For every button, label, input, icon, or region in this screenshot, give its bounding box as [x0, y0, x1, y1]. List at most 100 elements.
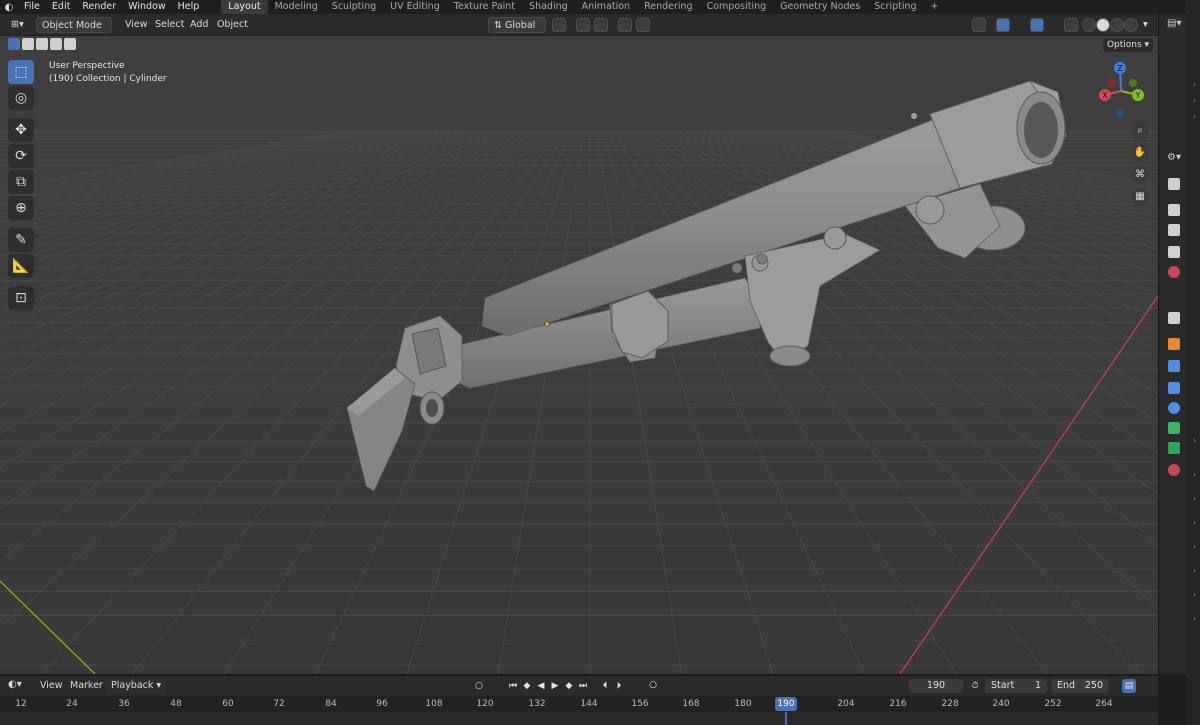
measure-tool-icon[interactable]: 📐	[8, 254, 34, 278]
particles-icon[interactable]	[1168, 382, 1180, 394]
select-subtract-icon[interactable]	[36, 38, 48, 50]
menu-file[interactable]: File	[18, 0, 46, 14]
tab-geometry-nodes[interactable]: Geometry Nodes	[773, 0, 867, 14]
chevron-right-icon[interactable]: ›	[1193, 112, 1196, 121]
timeline-menu-view[interactable]: View	[40, 680, 63, 691]
editor-type-icon[interactable]: ⊞▾	[6, 17, 29, 33]
move-tool-icon[interactable]: ✥	[8, 118, 34, 142]
menu-select[interactable]: Select	[150, 17, 189, 33]
timeline-editor-icon[interactable]: ◐▾	[8, 679, 22, 690]
material-properties-icon[interactable]	[1168, 464, 1180, 476]
collection-properties-icon[interactable]	[1168, 312, 1180, 324]
chevron-right-icon[interactable]: ›	[1193, 436, 1196, 445]
select-extend-icon[interactable]	[22, 38, 34, 50]
physics-icon[interactable]	[1168, 402, 1180, 414]
tab-rendering[interactable]: Rendering	[637, 0, 700, 14]
chevron-right-icon[interactable]: ›	[1193, 566, 1196, 575]
overlay-toggle-icon[interactable]	[1030, 18, 1044, 32]
shading-dropdown-icon[interactable]: ▾	[1138, 17, 1153, 33]
camera-view-icon[interactable]: ⌘	[1131, 166, 1149, 184]
falloff-icon[interactable]	[636, 18, 650, 32]
menu-render[interactable]: Render	[76, 0, 122, 14]
orientation-select[interactable]: ⇅ Global ▾	[488, 17, 546, 47]
chevron-right-icon[interactable]: ›	[1193, 96, 1196, 105]
modifier-properties-icon[interactable]	[1168, 360, 1180, 372]
tab-shading[interactable]: Shading	[522, 0, 575, 14]
chevron-right-icon[interactable]: ›	[1193, 614, 1196, 623]
3d-viewport[interactable]	[0, 36, 1158, 674]
play-icon[interactable]: ▶	[548, 679, 562, 693]
keying-set-icon[interactable]: ⎔	[646, 679, 660, 693]
select-box-tool-icon[interactable]: ⬚	[8, 60, 34, 84]
tab-layout[interactable]: Layout	[221, 0, 268, 14]
chevron-right-icon[interactable]: ›	[1193, 590, 1196, 599]
data-properties-icon[interactable]	[1168, 442, 1180, 454]
play-reverse-icon[interactable]: ◀	[534, 679, 548, 693]
zoom-icon[interactable]: ⌕	[1131, 122, 1149, 140]
cursor-tool-icon[interactable]: ◎	[8, 86, 34, 110]
menu-view[interactable]: View	[120, 17, 153, 33]
annotate-tool-icon[interactable]: ✎	[8, 228, 34, 252]
chevron-right-icon[interactable]: ›	[1193, 494, 1196, 503]
mode-select[interactable]: Object Mode ▾	[36, 17, 112, 47]
next-keyframe-icon[interactable]: ◆	[562, 679, 576, 693]
tab-uv-editing[interactable]: UV Editing	[383, 0, 447, 14]
pivot-icon[interactable]	[552, 18, 566, 32]
tab-animation[interactable]: Animation	[575, 0, 637, 14]
output-properties-icon[interactable]	[1168, 224, 1180, 236]
tab-compositing[interactable]: Compositing	[700, 0, 774, 14]
timeline-body[interactable]	[0, 712, 1158, 725]
timeline-view-icon[interactable]: ▤	[1122, 679, 1136, 693]
chevron-right-icon[interactable]: ›	[1193, 80, 1196, 89]
tab-sculpting[interactable]: Sculpting	[325, 0, 383, 14]
perspective-grid-icon[interactable]: ▦	[1131, 188, 1149, 206]
select-invert-icon[interactable]	[50, 38, 62, 50]
add-cube-tool-icon[interactable]: ⊡	[8, 286, 34, 310]
rendered-shading-icon[interactable]	[1124, 18, 1138, 32]
render-properties-icon[interactable]	[1168, 204, 1180, 216]
select-new-icon[interactable]	[8, 38, 20, 50]
proportional-edit-icon[interactable]	[618, 18, 632, 32]
visibility-icon[interactable]	[972, 18, 986, 32]
menu-edit[interactable]: Edit	[46, 0, 76, 14]
view-layer-icon[interactable]	[1168, 246, 1180, 258]
snap-target-icon[interactable]	[594, 18, 608, 32]
menu-window[interactable]: Window	[122, 0, 171, 14]
tab-modeling[interactable]: Modeling	[268, 0, 325, 14]
pan-hand-icon[interactable]: ✋	[1131, 144, 1149, 162]
next-frame-icon[interactable]: ⏵	[612, 679, 626, 693]
options-button[interactable]: Options ▾	[1103, 38, 1153, 52]
chevron-right-icon[interactable]: ›	[1193, 518, 1196, 527]
blender-logo-icon[interactable]: ◐	[0, 2, 18, 13]
solid-shading-icon[interactable]	[1096, 18, 1110, 32]
current-frame-field[interactable]: 190	[909, 679, 963, 693]
menu-help[interactable]: Help	[172, 0, 206, 14]
prev-frame-icon[interactable]: ⏴	[598, 679, 612, 693]
prev-keyframe-icon[interactable]: ◆	[520, 679, 534, 693]
object-properties-icon[interactable]	[1168, 338, 1180, 350]
outliner-type-icon[interactable]: ▤▾	[1167, 18, 1181, 29]
material-shading-icon[interactable]	[1110, 18, 1124, 32]
jump-end-icon[interactable]: ⏭	[576, 679, 590, 693]
menu-object[interactable]: Object	[212, 17, 253, 33]
tab-texture-paint[interactable]: Texture Paint	[447, 0, 522, 14]
navigation-gizmo[interactable]: Z Y X	[1090, 58, 1152, 120]
snap-icon[interactable]	[576, 18, 590, 32]
playback-dropdown[interactable]: Playback ▾	[106, 679, 167, 693]
stopwatch-icon[interactable]: ⏱	[968, 679, 982, 693]
constraints-icon[interactable]	[1168, 422, 1180, 434]
menu-add[interactable]: Add	[185, 17, 213, 33]
scene-properties-icon[interactable]	[1168, 266, 1180, 278]
jump-start-icon[interactable]: ⏮	[506, 679, 520, 693]
tab-scripting[interactable]: Scripting	[867, 0, 923, 14]
transform-tool-icon[interactable]: ⊕	[8, 196, 34, 220]
rotate-tool-icon[interactable]: ⟳	[8, 144, 34, 168]
chevron-right-icon[interactable]: ›	[1193, 470, 1196, 479]
xray-icon[interactable]	[1064, 18, 1078, 32]
end-frame-field[interactable]: End 250	[1051, 679, 1109, 693]
auto-keying-icon[interactable]: ○	[472, 679, 486, 693]
gizmo-toggle-icon[interactable]	[996, 18, 1010, 32]
select-intersect-icon[interactable]	[64, 38, 76, 50]
start-frame-field[interactable]: Start 1	[985, 679, 1047, 693]
wireframe-shading-icon[interactable]	[1082, 18, 1096, 32]
